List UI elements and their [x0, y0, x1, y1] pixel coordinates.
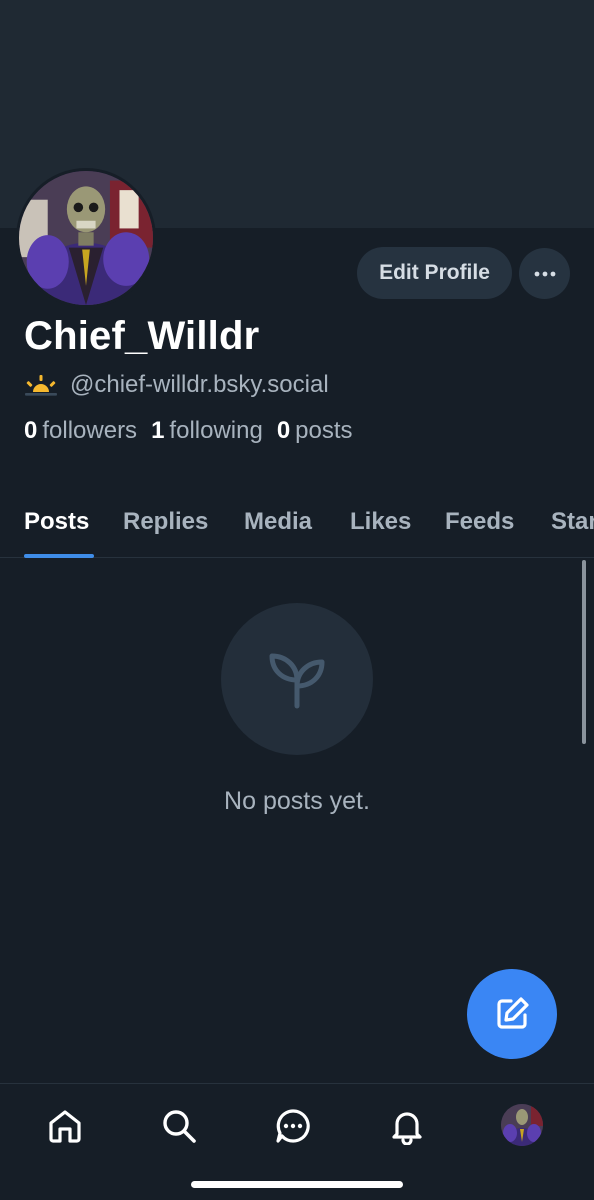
- tab-starter-packs[interactable]: Starter Packs: [551, 508, 594, 536]
- profile-avatar[interactable]: [16, 168, 156, 308]
- tab-likes[interactable]: Likes: [350, 508, 411, 536]
- empty-state-icon-circle: [221, 603, 373, 755]
- nav-notifications[interactable]: [385, 1104, 429, 1148]
- ellipsis-icon: [534, 271, 555, 276]
- following-label[interactable]: following: [169, 417, 262, 445]
- tab-posts[interactable]: Posts: [24, 508, 89, 536]
- compose-icon: [497, 997, 529, 1029]
- chat-icon: [276, 1109, 310, 1143]
- edit-profile-button[interactable]: Edit Profile: [357, 247, 512, 299]
- seedling-icon: [269, 653, 325, 709]
- tab-replies[interactable]: Replies: [123, 508, 208, 536]
- active-tab-indicator: [24, 554, 94, 558]
- posts-label: posts: [295, 417, 353, 444]
- handle-row: @chief-willdr.bsky.social: [24, 368, 329, 402]
- posts-count: 0: [276, 417, 291, 444]
- home-icon: [49, 1110, 81, 1143]
- avatar: [501, 1104, 543, 1146]
- profile-tabs: Posts Replies Media Likes Feeds Starter …: [0, 490, 594, 558]
- display-name: Chief_Willdr: [24, 314, 260, 358]
- scrollbar[interactable]: [582, 560, 586, 744]
- search-icon: [163, 1110, 196, 1143]
- avatar-image: [19, 171, 153, 305]
- sunrise-emoji-icon: [25, 375, 57, 396]
- tab-feeds[interactable]: Feeds: [445, 508, 514, 536]
- nav-home[interactable]: [43, 1104, 87, 1148]
- tab-media[interactable]: Media: [244, 508, 312, 536]
- compose-post-button[interactable]: [467, 969, 557, 1059]
- following-count[interactable]: 1: [151, 417, 164, 445]
- followers-label[interactable]: followers: [42, 417, 137, 445]
- profile-stats: 0 followers 1 following 0 posts: [24, 417, 367, 445]
- home-indicator[interactable]: [191, 1181, 403, 1188]
- more-options-button[interactable]: [519, 248, 570, 299]
- nav-search[interactable]: [157, 1104, 201, 1148]
- profile-screen: Edit Profile Chief_Willdr @chief-willdr.…: [0, 0, 594, 1200]
- empty-state-text: No posts yet.: [224, 787, 370, 815]
- profile-handle[interactable]: @chief-willdr.bsky.social: [70, 371, 329, 399]
- nav-profile-avatar[interactable]: [501, 1104, 543, 1146]
- bell-icon: [392, 1112, 422, 1145]
- bottom-navigation: [0, 1083, 594, 1200]
- nav-chat[interactable]: [271, 1104, 315, 1148]
- followers-count[interactable]: 0: [24, 417, 37, 445]
